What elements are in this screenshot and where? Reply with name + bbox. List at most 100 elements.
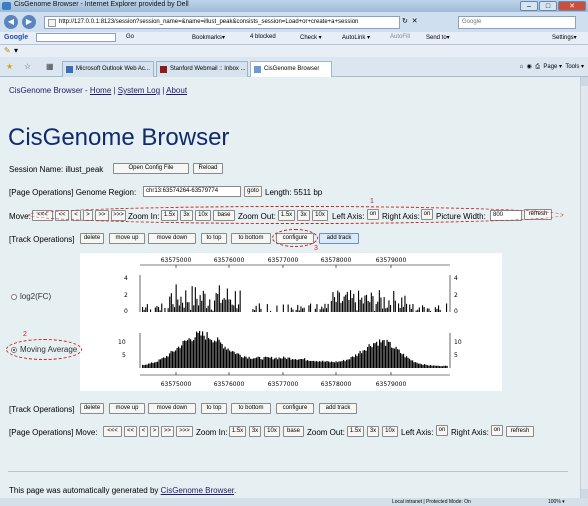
track-to-bottom-button[interactable]: to bottom bbox=[231, 233, 271, 244]
dropdown-arrow-icon[interactable]: ▾ bbox=[14, 46, 18, 55]
track-configure-button-bottom[interactable]: configure bbox=[276, 403, 314, 414]
track1-radio[interactable] bbox=[11, 294, 17, 300]
track2-bar bbox=[373, 343, 375, 368]
track2-bar bbox=[152, 363, 154, 368]
add-track-button[interactable]: add track bbox=[319, 233, 359, 244]
address-toolbar: ◀ ▶ http://127.0.0.1:8123/session?sessio… bbox=[0, 12, 588, 32]
autolink-menu[interactable]: AutoLink ▾ bbox=[342, 34, 370, 41]
check-menu[interactable]: Check ▾ bbox=[300, 34, 322, 41]
add-track-button-bottom[interactable]: add track bbox=[319, 403, 357, 414]
track2-bar bbox=[344, 361, 346, 368]
genome-region-input[interactable]: chr13:63574264-63579774 bbox=[143, 186, 241, 197]
send-to-menu[interactable]: Send to▾ bbox=[426, 34, 450, 41]
maximize-button[interactable]: □ bbox=[539, 1, 557, 11]
track-to-bottom-button-bottom[interactable]: to bottom bbox=[231, 403, 271, 414]
open-config-button[interactable]: Open Config File bbox=[113, 163, 189, 174]
bookmarks-menu[interactable]: Bookmarks▾ bbox=[192, 34, 225, 41]
nav-about-link[interactable]: About bbox=[166, 86, 187, 95]
stop-button[interactable]: ✕ bbox=[412, 18, 418, 25]
bottom-zoom-out-1-5x-button[interactable]: 1.5x bbox=[347, 426, 364, 437]
bottom-refresh-button[interactable]: refresh bbox=[506, 426, 534, 437]
bottom-zoom-in-10x-button[interactable]: 10x bbox=[264, 426, 280, 437]
track2-bar bbox=[281, 358, 283, 368]
track2-bar bbox=[217, 337, 219, 368]
address-input[interactable]: http://127.0.0.1:8123/session?session_na… bbox=[44, 16, 400, 29]
popup-blocked[interactable]: 4 blocked bbox=[250, 34, 276, 40]
axis-tick-label: 63579000 bbox=[376, 257, 407, 264]
goto-button[interactable]: goto bbox=[244, 186, 262, 197]
bottom-zoom-in-3x-button[interactable]: 3x bbox=[249, 426, 261, 437]
track2-bar bbox=[298, 359, 300, 368]
track-move-up-button-bottom[interactable]: move up bbox=[109, 403, 145, 414]
favorites-add-icon[interactable]: ☆ bbox=[24, 62, 31, 71]
tab-cisgenome[interactable]: CisGenome Browser bbox=[250, 61, 332, 77]
google-go-button[interactable]: Go bbox=[126, 34, 134, 40]
bottom-zoom-in-base-button[interactable]: base bbox=[283, 426, 304, 437]
home-icon[interactable]: ⌂ bbox=[520, 64, 524, 70]
page-menu[interactable]: Page ▾ bbox=[543, 64, 562, 70]
bottom-zoom-out-10x-button[interactable]: 10x bbox=[382, 426, 398, 437]
autofill-button[interactable]: AutoFill bbox=[390, 34, 410, 40]
track1-bar bbox=[385, 308, 387, 312]
track2-bar bbox=[209, 339, 211, 368]
bottom-zoom-out-3x-button[interactable]: 3x bbox=[367, 426, 379, 437]
footer-suffix: . bbox=[234, 486, 237, 495]
track2-bar bbox=[419, 363, 421, 368]
track2-bar bbox=[307, 360, 309, 368]
track2-bar bbox=[160, 359, 162, 368]
quick-tabs-icon[interactable]: ▦ bbox=[46, 62, 54, 71]
vertical-scrollbar[interactable] bbox=[580, 77, 588, 498]
google-search-input[interactable] bbox=[36, 33, 116, 42]
reload-button[interactable]: Reload bbox=[193, 163, 223, 174]
track-to-top-button[interactable]: to top bbox=[201, 233, 227, 244]
track2-bar bbox=[343, 359, 345, 368]
nav-home-link[interactable]: Home bbox=[90, 86, 111, 95]
track2-bar bbox=[392, 348, 394, 368]
track2-bar bbox=[302, 359, 304, 368]
forward-button[interactable]: ▶ bbox=[22, 15, 36, 29]
bottom-right-axis-select[interactable]: on bbox=[491, 425, 503, 436]
bottom-move-right-more-button[interactable]: >> bbox=[161, 426, 174, 437]
scroll-up-icon[interactable] bbox=[581, 77, 588, 86]
status-bar: Local intranet | Protected Mode: On 100%… bbox=[0, 498, 588, 506]
track1-bar bbox=[348, 300, 350, 312]
track-delete-button-bottom[interactable]: delete bbox=[80, 403, 104, 414]
bottom-move-far-right-button[interactable]: >>> bbox=[176, 426, 193, 437]
bottom-left-axis-select[interactable]: on bbox=[436, 425, 448, 436]
track2-bar bbox=[175, 350, 177, 368]
bottom-move-right-button[interactable]: > bbox=[150, 426, 159, 437]
track1-bar bbox=[178, 305, 180, 312]
track-move-up-button[interactable]: move up bbox=[109, 233, 145, 244]
track-delete-button[interactable]: delete bbox=[80, 233, 104, 244]
scroll-down-icon[interactable] bbox=[581, 489, 588, 498]
tab-outlook[interactable]: Microsoft Outlook Web Ac... bbox=[62, 61, 154, 77]
favorites-star-icon[interactable]: ★ bbox=[6, 62, 13, 71]
track-to-top-button-bottom[interactable]: to top bbox=[201, 403, 227, 414]
bottom-move-far-left-button[interactable]: <<< bbox=[103, 426, 122, 437]
track-move-down-button[interactable]: move down bbox=[148, 233, 196, 244]
close-button[interactable]: ✕ bbox=[558, 1, 586, 11]
minimize-button[interactable]: – bbox=[520, 1, 538, 11]
tools-menu[interactable]: Tools ▾ bbox=[565, 64, 584, 70]
track1-bar bbox=[290, 307, 292, 312]
feeds-icon[interactable]: ◉ bbox=[527, 64, 532, 70]
nav-system-log-link[interactable]: System Log bbox=[118, 86, 160, 95]
track2-bar bbox=[398, 349, 400, 368]
footer-cisgenome-link[interactable]: CisGenome Browser bbox=[161, 486, 234, 495]
tab-webmail[interactable]: Stanford Webmail :: Inbox ... bbox=[156, 61, 248, 77]
bottom-move-left-more-button[interactable]: << bbox=[124, 426, 137, 437]
search-input[interactable]: Google bbox=[458, 16, 576, 29]
refresh-button[interactable]: ↻ bbox=[402, 18, 408, 25]
bottom-move-left-button[interactable]: < bbox=[139, 426, 148, 437]
track2-bar bbox=[338, 361, 340, 368]
settings-menu[interactable]: Settings▾ bbox=[552, 34, 577, 41]
zoom-level[interactable]: 100% ▾ bbox=[548, 499, 565, 505]
back-button[interactable]: ◀ bbox=[4, 15, 18, 29]
track1-bar bbox=[335, 301, 337, 312]
print-icon[interactable]: ⎙ bbox=[535, 64, 540, 70]
bookmark-icon[interactable]: ✎ bbox=[4, 46, 11, 55]
track-move-down-button-bottom[interactable]: move down bbox=[148, 403, 196, 414]
bottom-zoom-in-1-5x-button[interactable]: 1.5x bbox=[229, 426, 246, 437]
track2-bar bbox=[229, 350, 231, 368]
track2-bar bbox=[170, 350, 172, 368]
